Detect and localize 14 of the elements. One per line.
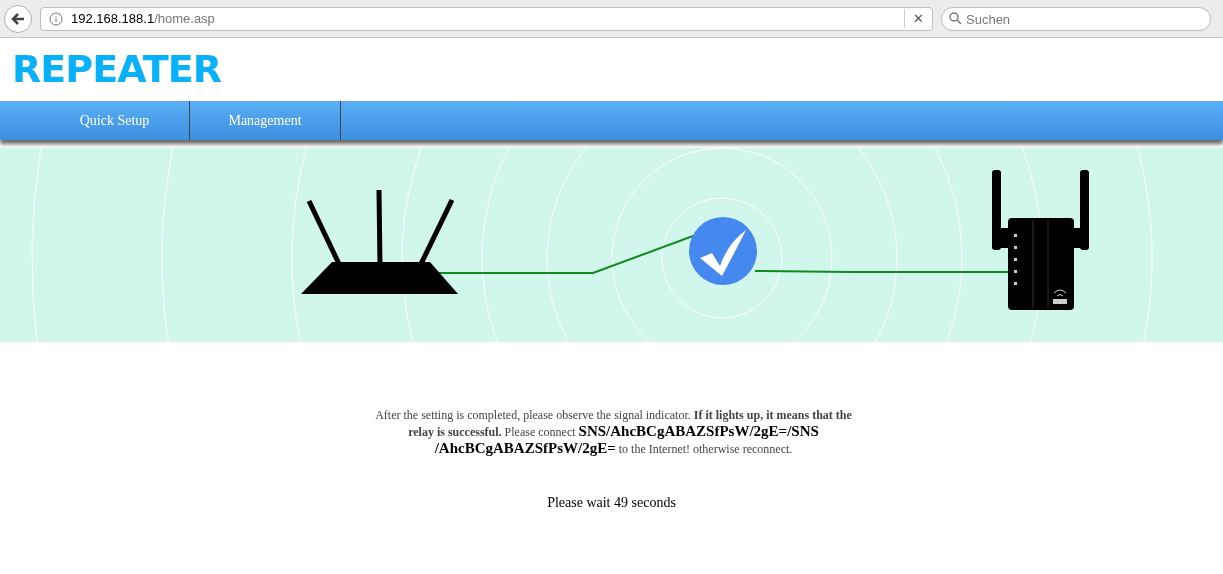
search-icon	[949, 11, 962, 25]
search-field[interactable]: Suchen	[941, 7, 1211, 31]
router-icon	[301, 189, 458, 294]
url-text: 192.168.188.1/home.asp	[71, 9, 216, 28]
check-icon	[689, 217, 757, 285]
repeater-icon	[992, 170, 1089, 310]
status-message: After the setting is completed, please observe the signal indicator. If it lights up, it means that the relay is successful. Please connect SNS/AhcBCgABAZSfPsW/2gE=/SNS /AhcBCgABAZSfPsW/2gE= to the Internet! otherwise reconnect.	[374, 407, 853, 457]
clear-button[interactable]: ✕	[904, 8, 924, 29]
back-arrow-icon	[11, 11, 25, 26]
countdown-text: Please wait 49 seconds	[547, 494, 676, 512]
info-icon	[49, 11, 63, 26]
back-button[interactable]	[4, 4, 32, 33]
logo: REPEATER	[12, 46, 222, 93]
address-bar[interactable]: 192.168.188.1/home.asp ✕	[40, 6, 933, 31]
